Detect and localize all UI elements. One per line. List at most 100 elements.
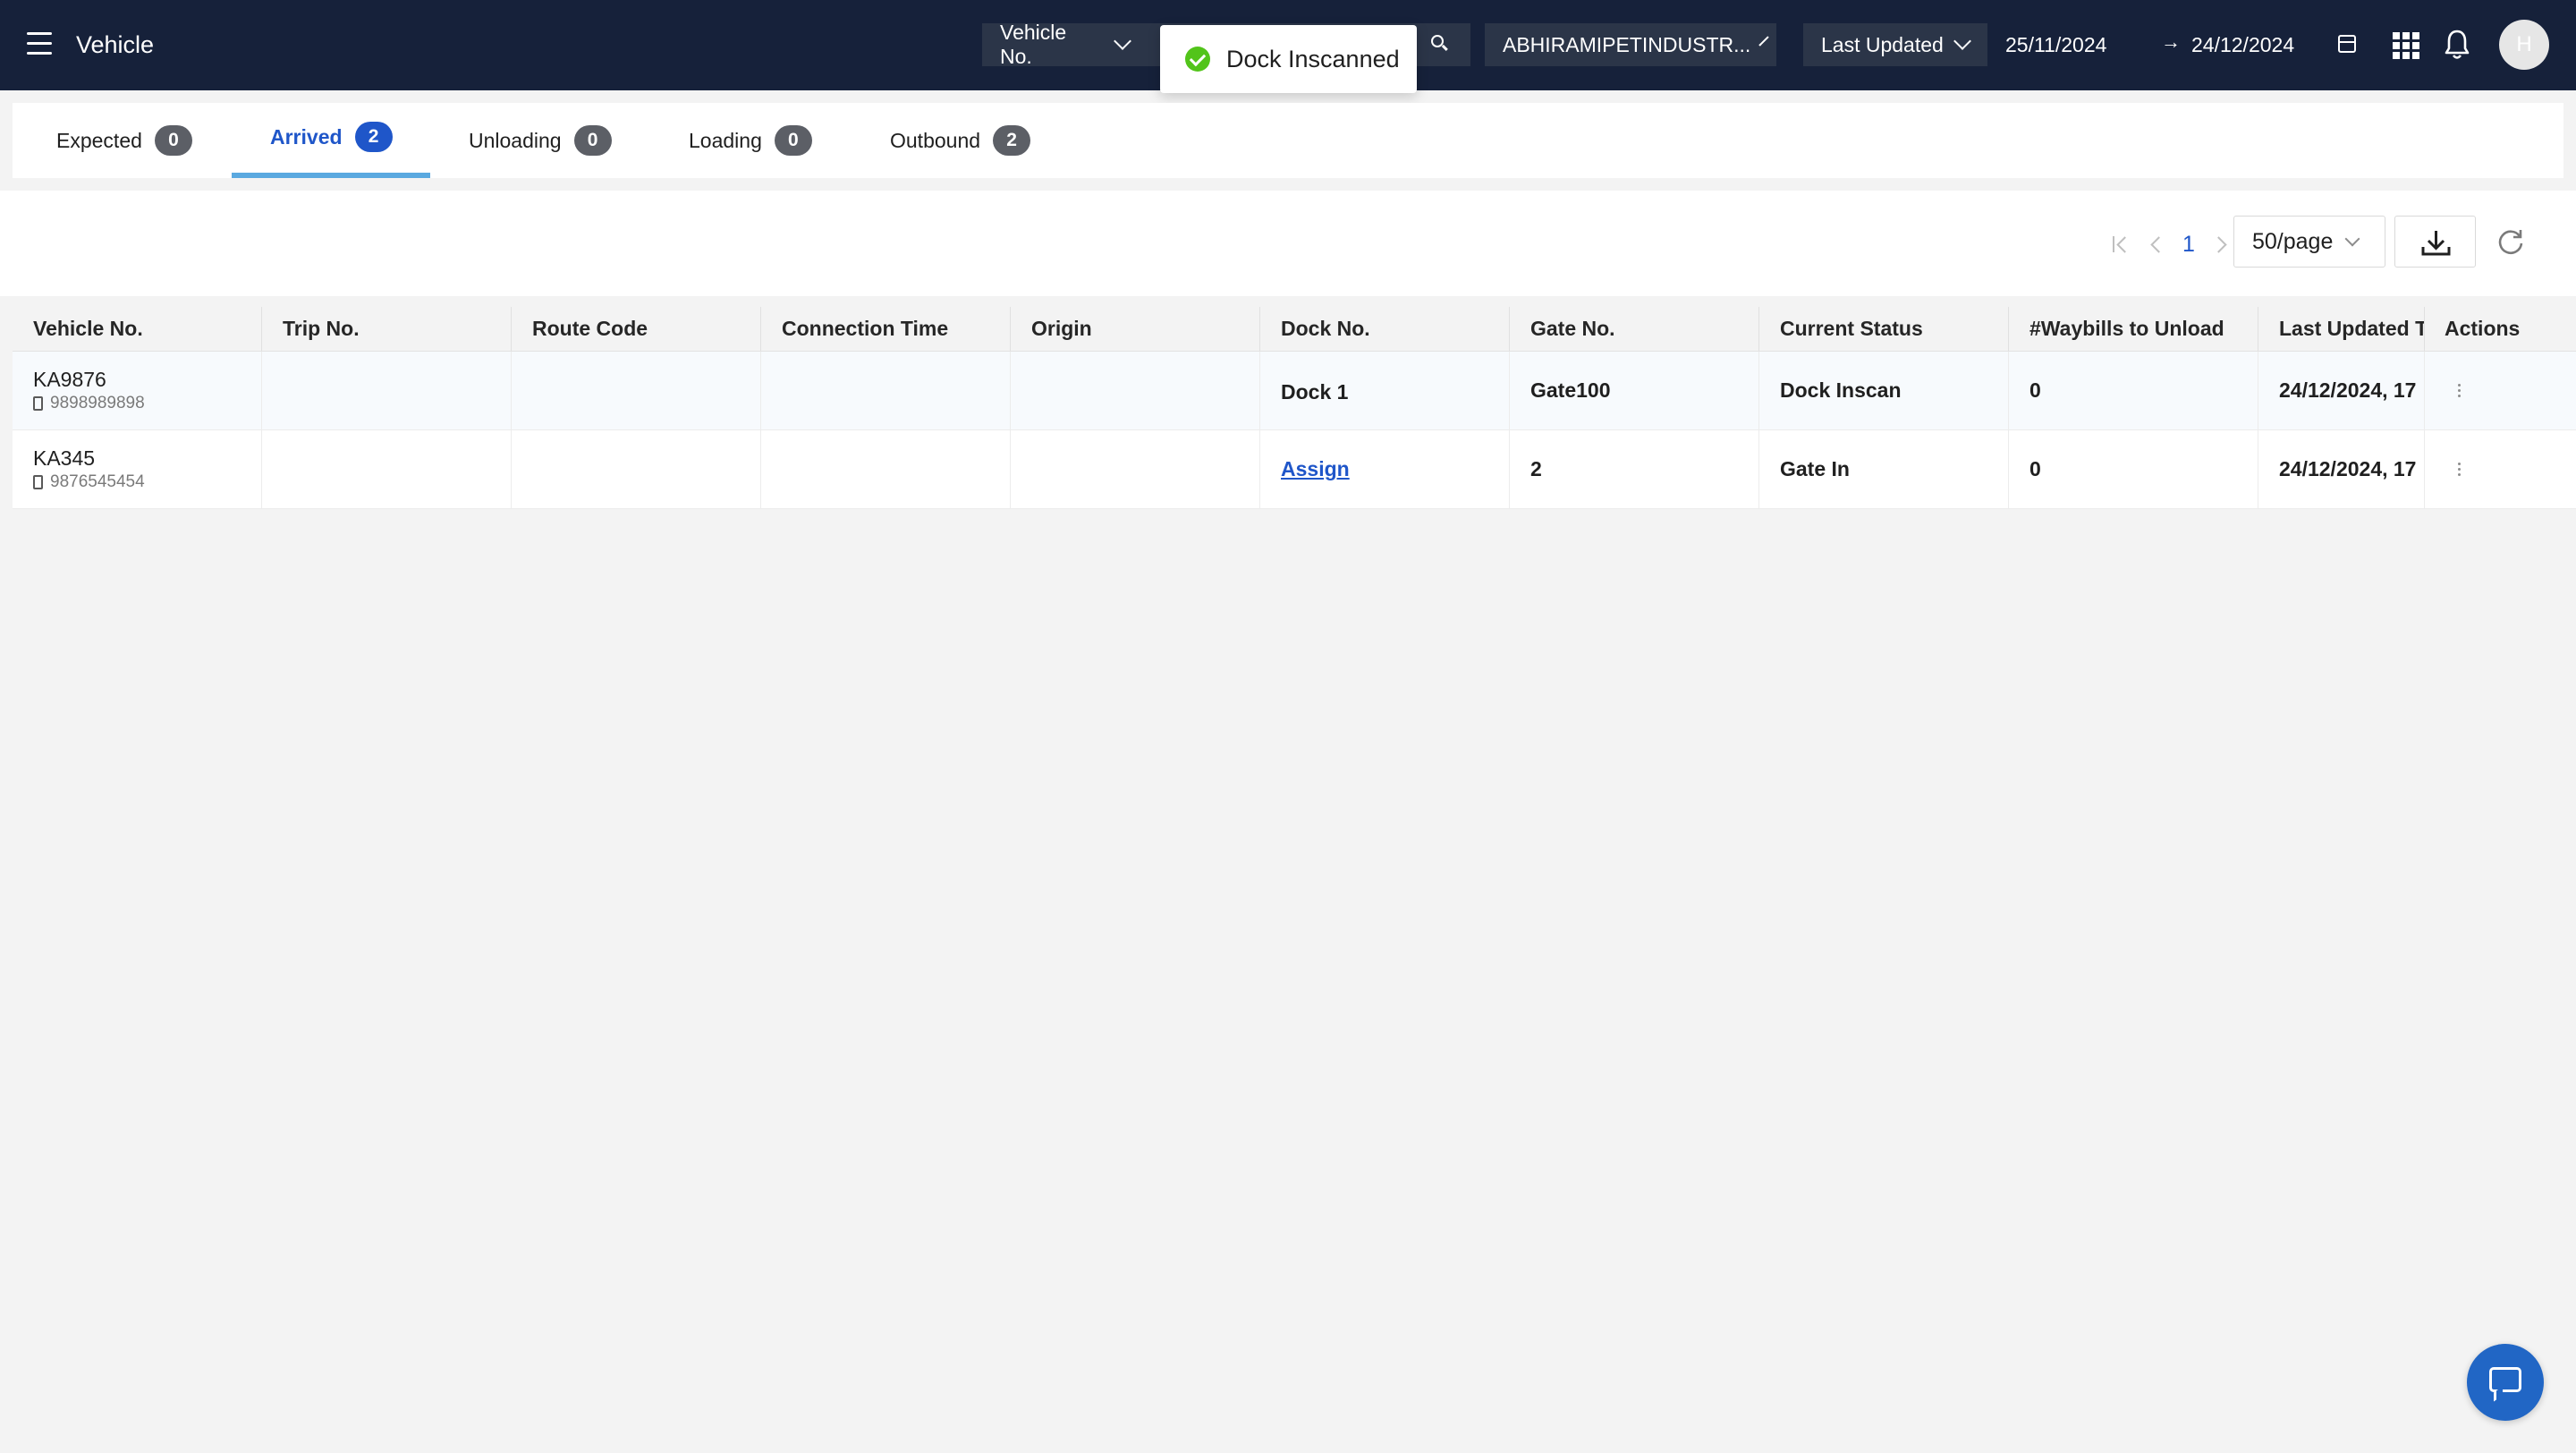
search-type-select[interactable]: Vehicle No. — [982, 21, 1147, 68]
status-tabs: Expected 0 Arrived 2 Unloading 0 Loading… — [13, 103, 2563, 178]
search-icon[interactable] — [1431, 35, 1448, 51]
phone-line: 9876545454 — [33, 472, 261, 492]
chat-button[interactable] — [2467, 1344, 2544, 1421]
search-type-label: Vehicle No. — [1000, 21, 1067, 68]
column-header[interactable]: Origin — [1011, 307, 1260, 351]
date-range-arrow-icon: → — [2161, 30, 2181, 53]
actions-cell — [2425, 352, 2576, 429]
tab-count-badge: 0 — [774, 125, 812, 156]
column-header[interactable]: Trip No. — [262, 307, 512, 351]
table-header: Vehicle No. Trip No. Route Code Connecti… — [13, 307, 2576, 352]
table-toolbar: 1 50/page — [0, 191, 2576, 296]
tab-label: Outbound — [890, 128, 981, 152]
phone-icon — [33, 396, 43, 411]
last-updated-cell: 24/12/2024, 17 — [2258, 352, 2425, 429]
date-filter-label: Last Updated — [1821, 32, 1944, 56]
date-from[interactable]: 25/11/2024 — [2005, 33, 2106, 57]
tab-arrived[interactable]: Arrived 2 — [270, 99, 393, 174]
location-label: ABHIRAMIPETINDUSTR... — [1503, 32, 1751, 56]
dock-no-cell: Assign — [1260, 430, 1510, 508]
assign-dock-link[interactable]: Assign — [1281, 457, 1509, 481]
vehicle-number: KA9876 — [33, 368, 106, 391]
avatar[interactable]: H — [2499, 20, 2549, 70]
previous-page-icon[interactable] — [2147, 233, 2166, 256]
tab-label: Unloading — [469, 128, 562, 152]
vehicle-cell: KA345 9876545454 — [13, 430, 262, 508]
more-vertical-icon[interactable] — [2445, 384, 2576, 397]
connection-time-cell — [761, 352, 1011, 429]
calendar-icon[interactable] — [2338, 35, 2356, 53]
refresh-icon[interactable] — [2496, 226, 2526, 257]
origin-cell — [1011, 352, 1260, 429]
tab-label: Loading — [689, 128, 762, 152]
location-select[interactable]: ABHIRAMIPETINDUSTR... — [1485, 23, 1776, 66]
pagination: 1 — [2111, 226, 2231, 262]
origin-cell — [1011, 430, 1260, 508]
toast-message: Dock Inscanned — [1226, 45, 1400, 72]
column-header[interactable]: Gate No. — [1510, 307, 1759, 351]
bell-icon[interactable] — [2444, 29, 2470, 61]
actions-cell — [2425, 430, 2576, 508]
active-tab-indicator — [232, 173, 430, 178]
phone-number: 9898989898 — [50, 394, 145, 412]
tab-unloading[interactable]: Unloading 0 — [469, 103, 612, 178]
waybills-cell: 0 — [2009, 352, 2258, 429]
column-header: Actions — [2445, 317, 2521, 340]
tab-count-badge: 0 — [573, 125, 612, 156]
column-header[interactable]: Connection Time — [761, 307, 1011, 351]
vehicle-number: KA345 — [33, 446, 96, 470]
toast-notification: Dock Inscanned — [1160, 25, 1417, 93]
table-row[interactable]: KA345 9876545454 Assign 2 Gate In 0 24/1… — [13, 430, 2576, 509]
last-updated-cell: 24/12/2024, 17 — [2258, 430, 2425, 508]
page-size-select[interactable]: 50/page — [2233, 216, 2385, 268]
current-status-cell: Dock Inscan — [1759, 352, 2009, 429]
next-page-icon[interactable] — [2211, 233, 2231, 256]
first-page-icon[interactable] — [2111, 233, 2131, 256]
tab-outbound[interactable]: Outbound 2 — [890, 103, 1031, 178]
chevron-down-icon — [2344, 231, 2360, 247]
tab-label: Arrived — [270, 124, 343, 149]
column-header[interactable]: Current Status — [1759, 307, 2009, 351]
chevron-down-icon — [1758, 36, 1769, 47]
tab-label: Expected — [56, 128, 142, 152]
route-code-cell — [512, 430, 761, 508]
vehicle-cell: KA9876 9898989898 — [13, 352, 262, 429]
more-vertical-icon[interactable] — [2445, 463, 2576, 476]
tab-expected[interactable]: Expected 0 — [56, 103, 192, 178]
connection-time-cell — [761, 430, 1011, 508]
page-title: Vehicle — [76, 31, 155, 58]
download-icon — [2421, 231, 2451, 256]
trip-no-cell — [262, 352, 512, 429]
phone-line: 9898989898 — [33, 394, 261, 413]
trip-no-cell — [262, 430, 512, 508]
tab-loading[interactable]: Loading 0 — [689, 103, 812, 178]
column-header[interactable]: Vehicle No. — [13, 307, 262, 351]
phone-icon — [33, 475, 43, 489]
route-code-cell — [512, 352, 761, 429]
chevron-down-icon — [1114, 32, 1131, 50]
phone-number: 9876545454 — [50, 472, 145, 491]
hamburger-menu-icon[interactable] — [27, 32, 52, 55]
download-button[interactable] — [2394, 216, 2476, 268]
date-range-picker[interactable]: 25/11/2024 → 24/12/2024 — [1987, 23, 2370, 66]
date-to[interactable]: 24/12/2024 — [2191, 33, 2294, 57]
tab-count-badge: 2 — [993, 125, 1031, 156]
column-header[interactable]: Route Code — [512, 307, 761, 351]
apps-grid-icon[interactable] — [2393, 32, 2419, 59]
current-page[interactable]: 1 — [2182, 232, 2195, 258]
gate-no-cell: 2 — [1510, 430, 1759, 508]
tab-count-badge: 0 — [154, 125, 192, 156]
chevron-down-icon — [1953, 32, 1971, 50]
dock-no-cell: Dock 1 — [1260, 352, 1510, 429]
date-filter-select[interactable]: Last Updated — [1803, 23, 1987, 66]
column-header[interactable]: Last Updated Time — [2258, 307, 2425, 351]
column-header[interactable]: #Waybills to Unload — [2009, 307, 2258, 351]
vehicle-table: Vehicle No. Trip No. Route Code Connecti… — [13, 307, 2576, 509]
page-size-label: 50/page — [2252, 228, 2334, 254]
table-row[interactable]: KA9876 9898989898 Dock 1 Gate100 Dock In… — [13, 352, 2576, 430]
dock-no-value: Dock 1 — [1281, 380, 1349, 404]
gate-no-cell: Gate100 — [1510, 352, 1759, 429]
waybills-cell: 0 — [2009, 430, 2258, 508]
check-circle-icon — [1185, 47, 1210, 72]
column-header[interactable]: Dock No. — [1260, 307, 1510, 351]
